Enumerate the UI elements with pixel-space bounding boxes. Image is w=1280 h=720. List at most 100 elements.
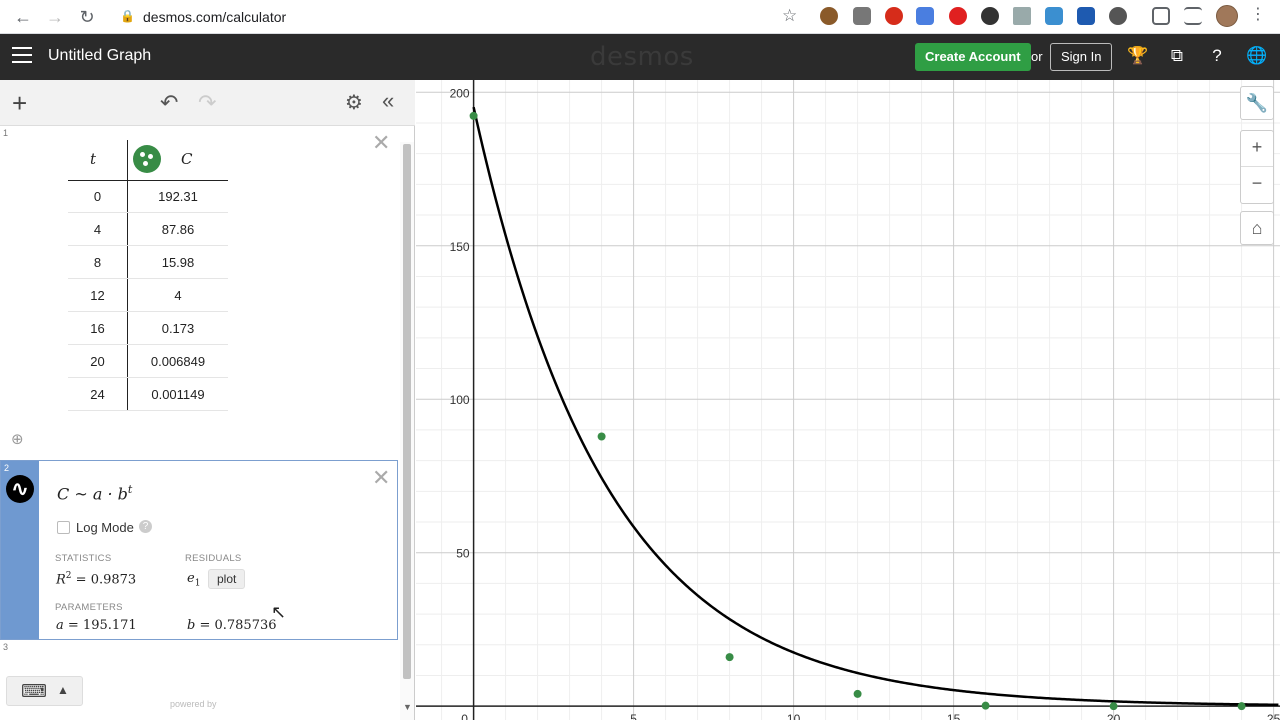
delete-expression-icon[interactable]: ✕ xyxy=(372,130,390,156)
reload-icon[interactable]: ↻ xyxy=(74,4,100,30)
expression-body: C ~ a · bt Log Mode ? STATISTICS RESIDUA… xyxy=(39,461,397,639)
table-cell-t[interactable]: 4 xyxy=(68,222,127,237)
zoom-in-icon[interactable]: + xyxy=(1241,131,1273,167)
table-cell-c[interactable]: 0.173 xyxy=(128,321,228,336)
profile-avatar[interactable] xyxy=(1216,5,1238,27)
table-cell-t[interactable]: 24 xyxy=(68,387,127,402)
statistics-label: STATISTICS xyxy=(55,553,112,564)
graph-canvas[interactable]: 0 5 10 15 20 25 50 100 150 200 xyxy=(416,80,1280,720)
data-point xyxy=(1109,702,1118,711)
r-squared-value: R2 = 0.9873 xyxy=(56,571,136,587)
table-cell-t[interactable]: 16 xyxy=(68,321,127,336)
a-symbol: a xyxy=(56,618,64,633)
help-icon[interactable]: ? xyxy=(139,520,152,533)
x-tick-label: 10 xyxy=(787,712,801,720)
home-view-icon[interactable]: ⌂ xyxy=(1240,211,1274,245)
b-number: = 0.785736 xyxy=(195,618,277,633)
add-expression-icon[interactable]: + xyxy=(12,88,27,119)
regression-expression[interactable]: 2 ∿ C ~ a · bt Log Mode ? STATISTICS RES… xyxy=(0,460,398,640)
table-row: 24 0.001149 xyxy=(68,378,228,411)
playlist-icon[interactable] xyxy=(1184,7,1202,25)
data-point xyxy=(981,701,990,710)
hamburger-menu-icon[interactable] xyxy=(12,47,32,65)
extension-translate-icon[interactable] xyxy=(916,7,934,25)
point-style-icon[interactable] xyxy=(133,145,161,173)
scrollbar-thumb[interactable] xyxy=(403,144,411,679)
table-cell-t[interactable]: 8 xyxy=(68,255,127,270)
expression-number: 1 xyxy=(3,128,9,138)
x-tick-label: 5 xyxy=(630,712,637,720)
e-symbol: e xyxy=(187,571,195,586)
extension-w-icon[interactable] xyxy=(1109,7,1127,25)
help-icon[interactable]: ? xyxy=(1206,46,1228,66)
table-row: 20 0.006849 xyxy=(68,345,228,378)
graph-title[interactable]: Untitled Graph xyxy=(48,47,151,65)
caret-up-icon: ▲ xyxy=(57,683,69,697)
zoom-out-icon[interactable]: − xyxy=(1241,167,1273,203)
extension-cookie-icon[interactable] xyxy=(820,7,838,25)
redo-icon[interactable]: ↷ xyxy=(198,90,216,116)
table-cell-c[interactable]: 15.98 xyxy=(128,255,228,270)
formula-main: C ~ a · b xyxy=(57,484,128,504)
table-row: 12 4 xyxy=(68,279,228,312)
settings-gear-icon[interactable]: ⚙ xyxy=(345,90,363,115)
extension-image-icon[interactable] xyxy=(1045,7,1063,25)
keypad-toggle-button[interactable]: ⌨ ▲ xyxy=(6,676,83,706)
table-cell-c[interactable]: 0.006849 xyxy=(128,354,228,369)
extension-v-icon[interactable] xyxy=(1013,7,1031,25)
table-cell-t[interactable]: 20 xyxy=(68,354,127,369)
extension-shield-icon[interactable] xyxy=(1077,7,1095,25)
data-point xyxy=(725,653,734,662)
residuals-label: RESIDUALS xyxy=(185,553,242,564)
regression-toggle-icon[interactable]: ∿ xyxy=(6,475,34,503)
table-cell-c[interactable]: 0.001149 xyxy=(128,387,228,402)
scrollbar[interactable]: ▼ xyxy=(400,142,414,720)
table-row: 0 192.31 xyxy=(68,180,228,213)
collapse-panel-icon[interactable]: « xyxy=(382,88,394,114)
y-tick-label: 100 xyxy=(450,393,470,407)
plot-residuals-button[interactable]: plot xyxy=(208,569,246,589)
data-point xyxy=(1237,702,1246,711)
residual-variable: e1 xyxy=(187,571,200,589)
extension-adblock-icon[interactable] xyxy=(885,7,903,25)
y-tick-label: 200 xyxy=(450,86,470,100)
undo-icon[interactable]: ↶ xyxy=(160,90,178,116)
desmos-logo: desmos xyxy=(590,42,694,72)
sign-in-button[interactable]: Sign In xyxy=(1050,43,1113,71)
table-cell-t[interactable]: 12 xyxy=(68,288,127,303)
scroll-down-icon[interactable]: ▼ xyxy=(403,702,412,712)
table-cell-c[interactable]: 87.86 xyxy=(128,222,228,237)
parameter-a-value: a = 195.171 xyxy=(56,618,137,633)
table-cell-t[interactable]: 0 xyxy=(68,189,127,204)
expression-number: 2 xyxy=(4,463,10,473)
expression-toolbar: + ↶ ↷ ⚙ « xyxy=(0,80,415,126)
back-icon[interactable]: ← xyxy=(10,4,36,30)
share-icon[interactable]: ⧉ xyxy=(1166,46,1188,66)
table-cell-c[interactable]: 192.31 xyxy=(128,189,228,204)
parameter-b-value: b = 0.785736 xyxy=(187,618,277,633)
powered-by-label: powered by xyxy=(170,699,217,709)
extension-css-icon[interactable] xyxy=(853,7,871,25)
table-cell-c[interactable]: 4 xyxy=(128,288,228,303)
bookmark-star-icon[interactable]: ☆ xyxy=(782,6,797,26)
browser-menu-icon[interactable]: ⋮ xyxy=(1250,4,1266,24)
trophy-icon[interactable]: 🏆 xyxy=(1127,46,1149,66)
log-mode-label: Log Mode xyxy=(76,520,134,535)
app-header: Untitled Graph desmos Create Account or … xyxy=(0,34,1280,80)
extension-g-icon[interactable] xyxy=(981,7,999,25)
expression-gutter[interactable]: 2 ∿ xyxy=(1,461,39,639)
graph-paper[interactable]: 0 5 10 15 20 25 50 100 150 200 xyxy=(416,80,1280,720)
cast-icon[interactable] xyxy=(1152,7,1170,25)
table-row: 16 0.173 xyxy=(68,312,228,345)
address-bar[interactable]: 🔒 desmos.com/calculator ☆ xyxy=(110,4,810,30)
forward-icon[interactable]: → xyxy=(42,4,68,30)
data-point xyxy=(469,111,478,120)
language-globe-icon[interactable]: 🌐 xyxy=(1246,46,1268,66)
delete-expression-icon[interactable]: ✕ xyxy=(372,465,390,491)
graph-settings-wrench-icon[interactable]: 🔧 xyxy=(1240,86,1274,120)
log-mode-checkbox[interactable] xyxy=(57,521,70,534)
zoom-fit-icon[interactable]: ⊕ xyxy=(11,430,24,448)
regression-formula[interactable]: C ~ a · bt xyxy=(57,483,132,503)
create-account-button[interactable]: Create Account xyxy=(915,43,1031,71)
extension-target-icon[interactable] xyxy=(949,7,967,25)
